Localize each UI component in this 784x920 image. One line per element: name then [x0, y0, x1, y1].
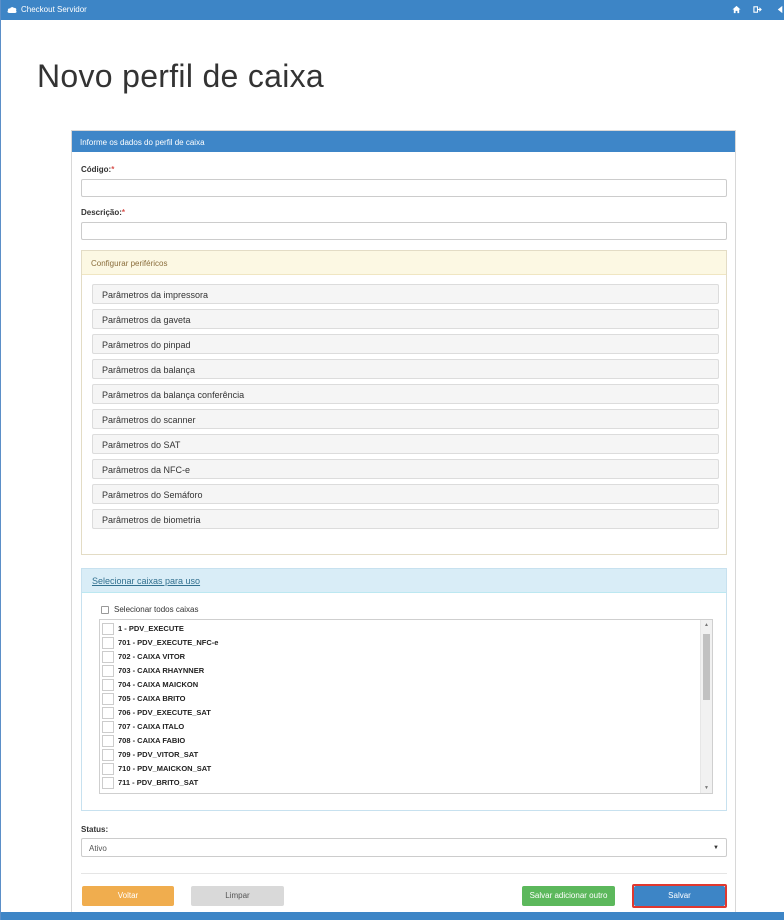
salvar-adicionar-outro-button[interactable]: Salvar adicionar outro — [522, 886, 615, 906]
caixa-checkbox[interactable] — [102, 623, 114, 635]
caixa-item[interactable]: 709 - PDV_VITOR_SAT — [100, 748, 698, 761]
caixa-item[interactable]: 703 - CAIXA RHAYNNER — [100, 664, 698, 677]
select-all-label: Selecionar todos caixas — [114, 605, 199, 614]
caixa-item[interactable]: 711 - PDV_BRITO_SAT — [100, 776, 698, 789]
descricao-input[interactable] — [81, 222, 727, 240]
caixa-checkbox[interactable] — [102, 665, 114, 677]
caixa-item-label: 710 - PDV_MAICKON_SAT — [118, 764, 212, 773]
caixa-item-label: 711 - PDV_BRITO_SAT — [118, 778, 199, 787]
caixa-checkbox[interactable] — [102, 749, 114, 761]
caixa-item-label: 707 - CAIXA ITALO — [118, 722, 185, 731]
codigo-input[interactable] — [81, 179, 727, 197]
caixa-item[interactable]: 701 - PDV_EXECUTE_NFC-e — [100, 636, 698, 649]
limpar-button[interactable]: Limpar — [191, 886, 284, 906]
accordion-semaforo[interactable]: Parâmetros do Semáforo — [92, 484, 719, 504]
caixa-checkbox[interactable] — [102, 651, 114, 663]
status-value: Ativo — [89, 844, 107, 853]
perifericos-title: Configurar periféricos — [82, 251, 726, 275]
page-footer — [1, 912, 784, 920]
caixa-checkbox[interactable] — [102, 707, 114, 719]
scroll-thumb[interactable] — [703, 634, 710, 700]
caixa-checkbox[interactable] — [102, 637, 114, 649]
app-title: Checkout Servidor — [21, 5, 87, 14]
accordion-balanca[interactable]: Parâmetros da balança — [92, 359, 719, 379]
caixa-item[interactable]: 706 - PDV_EXECUTE_SAT — [100, 706, 698, 719]
caixa-item-label: 708 - CAIXA FABIO — [118, 736, 186, 745]
panel-title: Informe os dados do perfil de caixa — [72, 131, 735, 152]
voltar-button[interactable]: Voltar — [82, 886, 174, 906]
accordion-biometria[interactable]: Parâmetros de biometria — [92, 509, 719, 529]
chevron-down-icon: ▼ — [713, 845, 719, 851]
caixa-item-label: 702 - CAIXA VITOR — [118, 652, 186, 661]
cloud-icon — [7, 6, 17, 13]
caixa-checkbox[interactable] — [102, 721, 114, 733]
caixas-panel: Selecionar caixas para uso Selecionar to… — [81, 568, 727, 811]
caixa-checkbox[interactable] — [102, 693, 114, 705]
home-icon[interactable] — [732, 5, 741, 16]
caixas-title-link[interactable]: Selecionar caixas para uso — [92, 576, 200, 586]
caixa-item-label: 704 - CAIXA MAICKON — [118, 680, 199, 689]
accordion-sat[interactable]: Parâmetros do SAT — [92, 434, 719, 454]
accordion-balanca-conferencia[interactable]: Parâmetros da balança conferência — [92, 384, 719, 404]
accordion-pinpad[interactable]: Parâmetros do pinpad — [92, 334, 719, 354]
accordion-gaveta[interactable]: Parâmetros da gaveta — [92, 309, 719, 329]
caixa-item-label: 1 - PDV_EXECUTE — [118, 624, 184, 633]
page-title: Novo perfil de caixa — [37, 58, 325, 94]
codigo-label-text: Código: — [81, 165, 112, 174]
caixa-item[interactable]: 705 - CAIXA BRITO — [100, 692, 698, 705]
caixa-item[interactable]: 710 - PDV_MAICKON_SAT — [100, 762, 698, 775]
app-window: Checkout Servidor Novo perfil de caixa I… — [0, 0, 784, 920]
caixa-item[interactable]: 1 - PDV_EXECUTE — [100, 622, 698, 635]
required-marker: * — [111, 165, 115, 174]
caixa-item-label: 701 - PDV_EXECUTE_NFC-e — [118, 638, 219, 647]
caixa-checkbox[interactable] — [102, 679, 114, 691]
caixas-panel-header: Selecionar caixas para uso — [82, 569, 726, 593]
back-icon[interactable] — [776, 5, 784, 16]
caixa-item-label: 706 - PDV_EXECUTE_SAT — [118, 708, 211, 717]
required-marker: * — [121, 208, 126, 217]
caixa-item-label: 703 - CAIXA RHAYNNER — [118, 666, 205, 675]
caixa-item[interactable]: 707 - CAIXA ITALO — [100, 720, 698, 733]
descricao-label-text: Descrição: — [81, 208, 122, 217]
scroll-up-icon[interactable]: ▲ — [704, 622, 709, 628]
app-brand[interactable]: Checkout Servidor — [7, 5, 87, 14]
profile-form-panel: Informe os dados do perfil de caixa Códi… — [71, 130, 736, 920]
scroll-down-icon[interactable]: ▼ — [704, 785, 709, 791]
caixa-item[interactable]: 708 - CAIXA FABIO — [100, 734, 698, 747]
top-navbar: Checkout Servidor — [1, 0, 784, 20]
caixa-checkbox[interactable] — [102, 763, 114, 775]
status-select[interactable]: Ativo ▼ — [81, 838, 727, 857]
caixa-item[interactable]: 704 - CAIXA MAICKON — [100, 678, 698, 691]
form-divider — [81, 873, 727, 874]
caixa-item[interactable]: 702 - CAIXA VITOR — [100, 650, 698, 663]
select-all-caixas[interactable]: Selecionar todos caixas — [101, 605, 199, 614]
accordion-impressora[interactable]: Parâmetros da impressora — [92, 284, 719, 304]
select-all-checkbox[interactable] — [101, 605, 109, 614]
status-label: Status: — [81, 825, 109, 834]
accordion-nfce[interactable]: Parâmetros da NFC-e — [92, 459, 719, 479]
codigo-label: Código:* — [81, 165, 114, 174]
perifericos-panel: Configurar periféricos Parâmetros da imp… — [81, 250, 727, 555]
caixas-listbox[interactable]: 1 - PDV_EXECUTE 701 - PDV_EXECUTE_NFC-e … — [99, 619, 713, 794]
caixa-item-label: 705 - CAIXA BRITO — [118, 694, 186, 703]
caixa-checkbox[interactable] — [102, 777, 114, 789]
descricao-label: Descrição:* — [81, 208, 125, 217]
accordion-scanner[interactable]: Parâmetros do scanner — [92, 409, 719, 429]
caixa-checkbox[interactable] — [102, 735, 114, 747]
listbox-scrollbar[interactable]: ▲ ▼ — [700, 620, 712, 793]
logout-icon[interactable] — [753, 5, 762, 16]
caixa-item-label: 709 - PDV_VITOR_SAT — [118, 750, 199, 759]
salvar-button[interactable]: Salvar — [634, 886, 725, 906]
